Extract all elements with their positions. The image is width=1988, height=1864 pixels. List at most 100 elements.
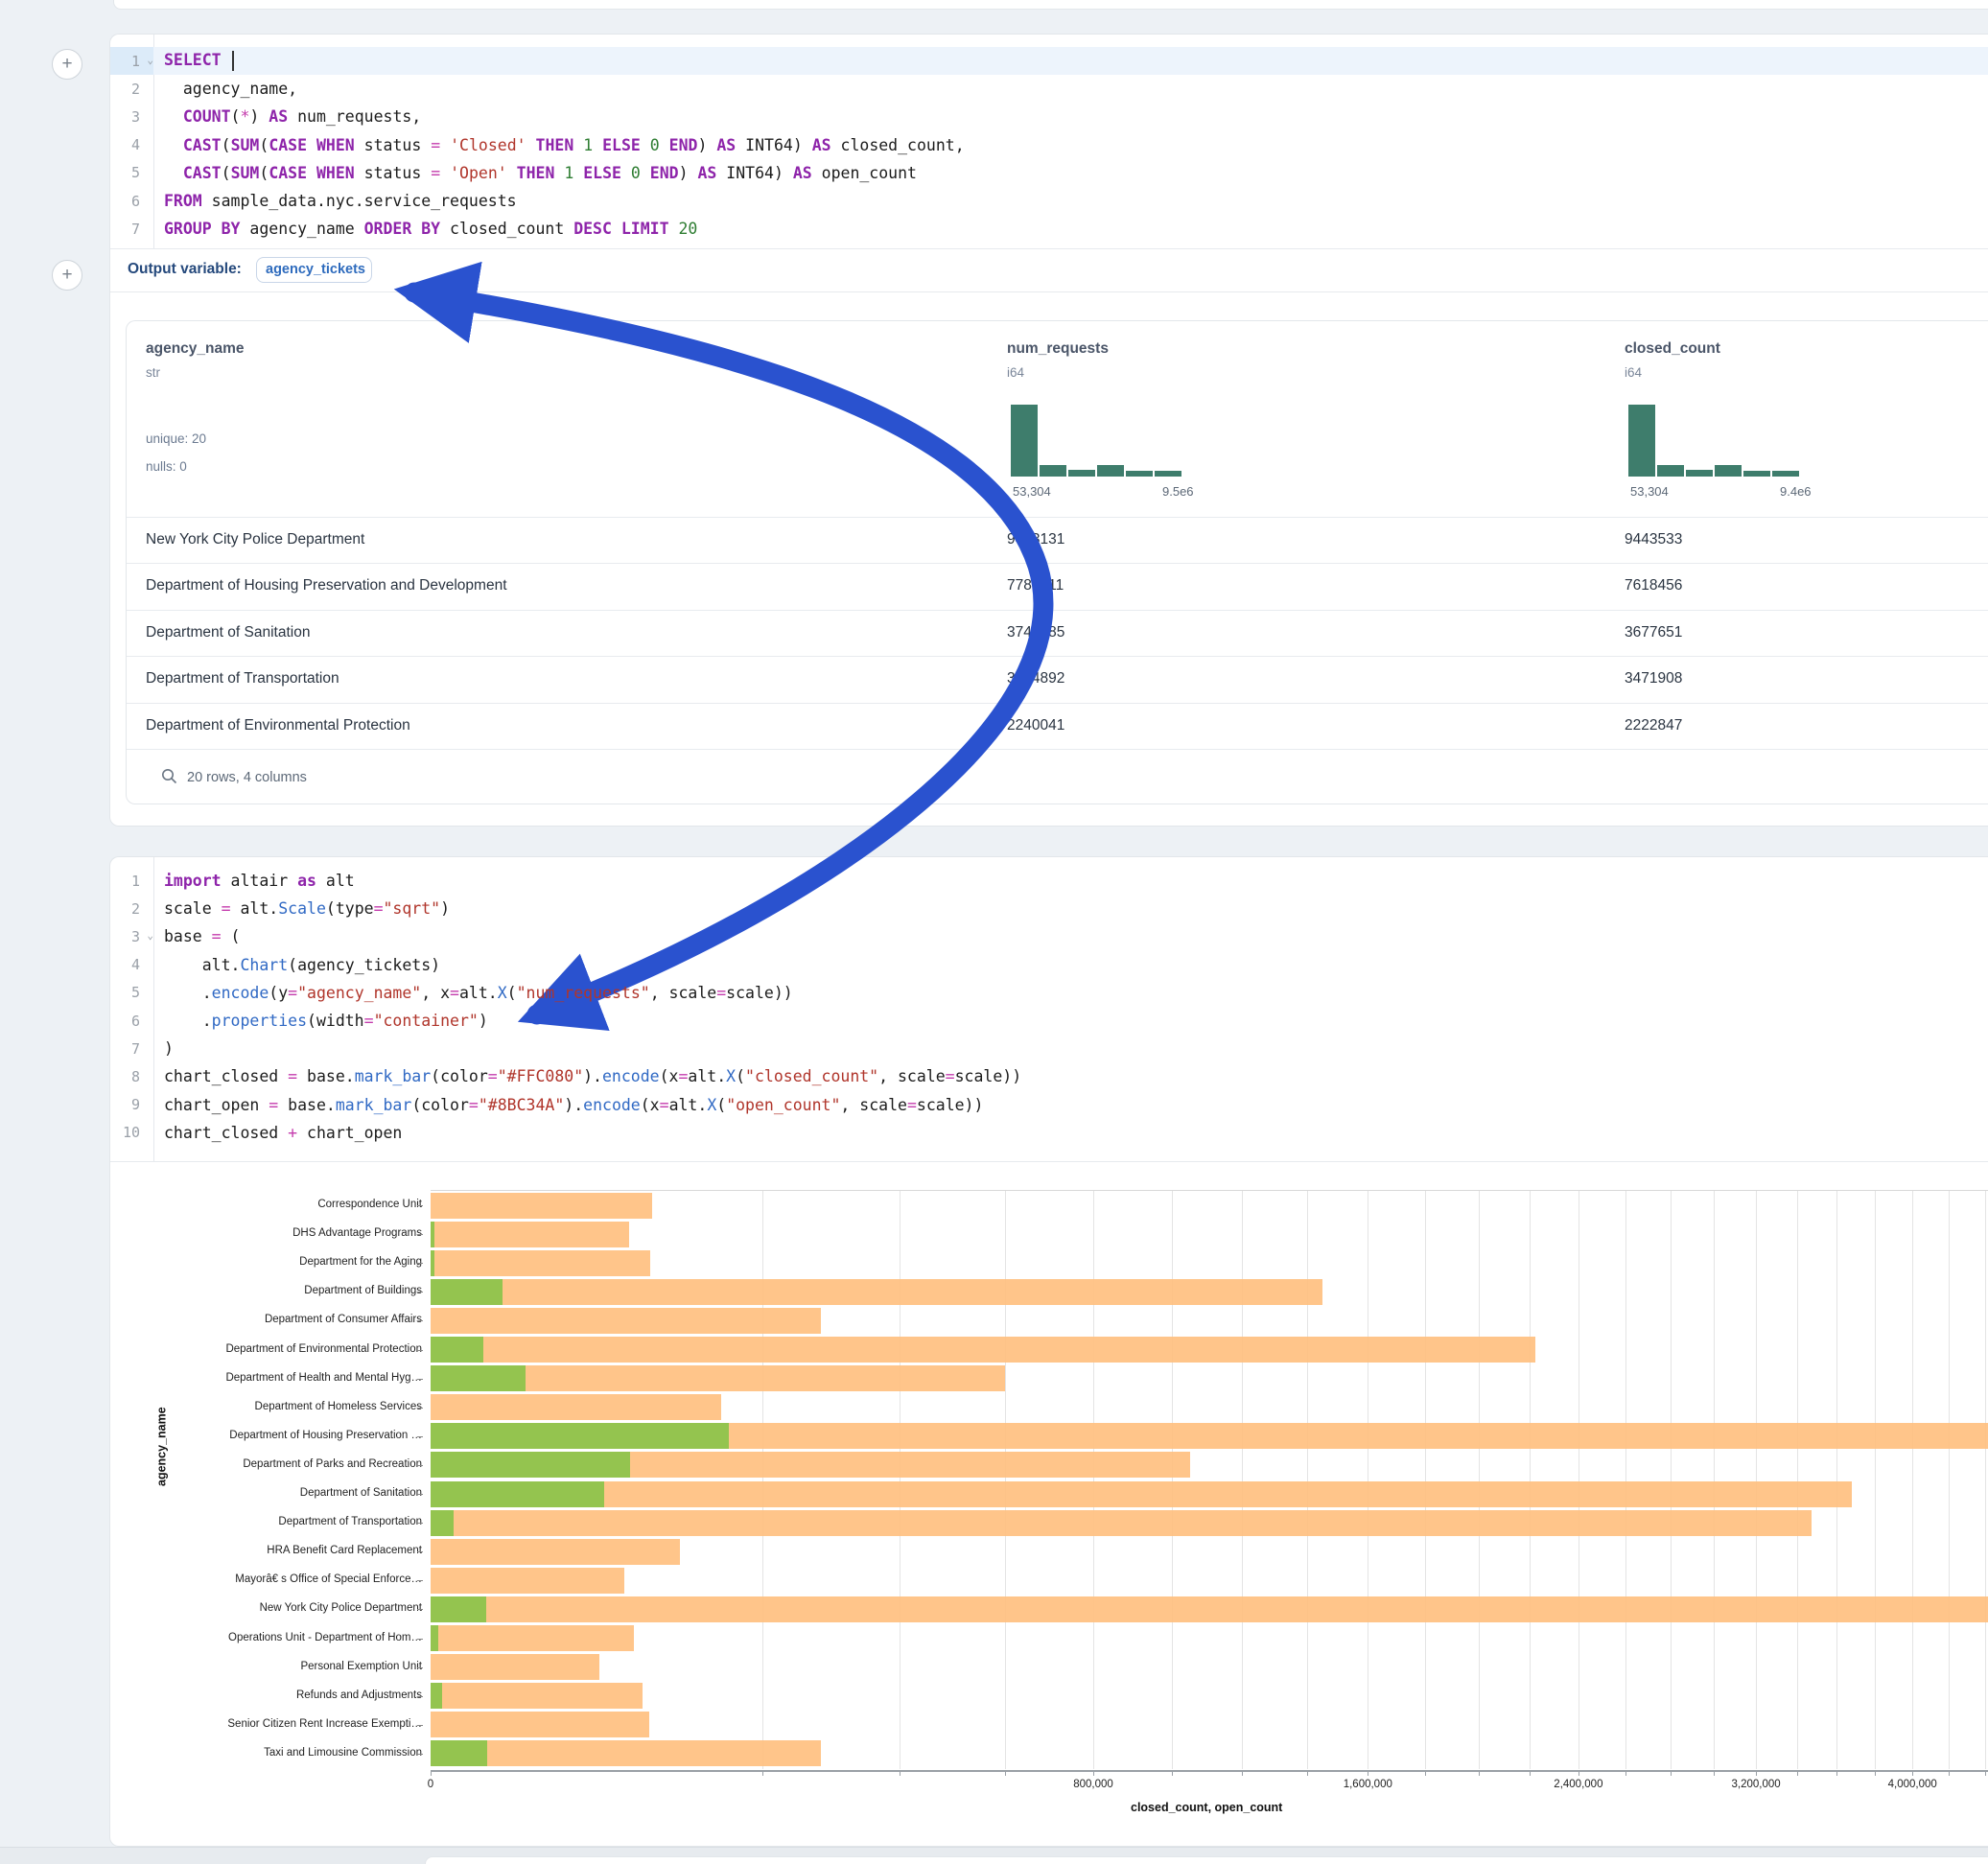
chart-bar-open bbox=[431, 1596, 486, 1622]
chart-x-axis-tick-label: 1,600,000 bbox=[1344, 1779, 1392, 1790]
python-line[interactable]: 2scale = alt.Scale(type="sqrt") bbox=[110, 895, 1988, 922]
add-cell-button-output[interactable]: + bbox=[52, 260, 82, 291]
sql-line[interactable]: 5 CAST(SUM(CASE WHEN status = 'Open' THE… bbox=[110, 159, 1988, 187]
chart-y-tick bbox=[417, 1494, 423, 1495]
python-code-text: base = ( bbox=[153, 927, 240, 945]
python-line[interactable]: 1import altair as alt bbox=[110, 867, 1988, 895]
histogram-bar bbox=[1097, 465, 1124, 477]
chart-y-axis-label: HRA Benefit Card Replacement bbox=[110, 1545, 422, 1556]
table-cell: 9443533 bbox=[1625, 531, 1682, 548]
sql-line[interactable]: 2 agency_name, bbox=[110, 75, 1988, 103]
chart-x-tick bbox=[1625, 1771, 1626, 1776]
python-line[interactable]: 5 .encode(y="agency_name", x=alt.X("num_… bbox=[110, 979, 1988, 1007]
sql-code-text: GROUP BY agency_name ORDER BY closed_cou… bbox=[153, 220, 697, 238]
chart-y-tick bbox=[417, 1205, 423, 1206]
chart-gridline bbox=[1949, 1191, 1950, 1769]
line-number: 10 bbox=[110, 1124, 153, 1141]
table-cell: New York City Police Department bbox=[146, 531, 364, 548]
python-editor[interactable]: 1import altair as alt2scale = alt.Scale(… bbox=[110, 857, 1988, 1171]
line-number: 1⌄ bbox=[110, 53, 153, 70]
chart-y-axis-label: Department of Environmental Protection bbox=[110, 1343, 422, 1355]
chart-bar-open bbox=[431, 1740, 487, 1766]
chart-y-tick bbox=[417, 1580, 423, 1581]
chart-bar-closed bbox=[431, 1250, 650, 1276]
chart-gridline bbox=[1836, 1191, 1837, 1769]
column-header[interactable]: closed_count bbox=[1625, 340, 1720, 358]
column-header[interactable]: agency_name bbox=[146, 340, 245, 358]
output-variable-pill[interactable]: agency_tickets bbox=[256, 257, 372, 283]
table-row: New York City Police Department945313194… bbox=[127, 517, 1988, 564]
chart-bar-open bbox=[431, 1625, 438, 1651]
chart-x-tick bbox=[1479, 1771, 1480, 1776]
table-row: Department of Sanitation37494853677651 bbox=[127, 610, 1988, 657]
dataframe-preview-card: agency_namestrunique: 20nulls: 0num_requ… bbox=[126, 320, 1988, 804]
chart-bar-open bbox=[431, 1481, 604, 1507]
python-line[interactable]: 3⌄base = ( bbox=[110, 922, 1988, 950]
histogram-bar bbox=[1628, 405, 1655, 477]
chart-y-axis-label: Department of Sanitation bbox=[110, 1487, 422, 1499]
sql-code-text: SELECT bbox=[153, 51, 234, 71]
sql-cell-card: 1⌄SELECT 2 agency_name,3 COUNT(*) AS num… bbox=[109, 34, 1988, 827]
sql-line[interactable]: 3 COUNT(*) AS num_requests, bbox=[110, 103, 1988, 130]
line-number: 9 bbox=[110, 1096, 153, 1113]
chart-bar-closed bbox=[431, 1596, 1988, 1622]
sql-line[interactable]: 4 CAST(SUM(CASE WHEN status = 'Closed' T… bbox=[110, 131, 1988, 159]
chart-gridline bbox=[1625, 1191, 1626, 1769]
sql-editor[interactable]: 1⌄SELECT 2 agency_name,3 COUNT(*) AS num… bbox=[110, 35, 1988, 261]
chart-y-tick bbox=[417, 1350, 423, 1351]
histogram-max-label: 9.5e6 bbox=[1162, 484, 1194, 499]
chart-gridline bbox=[1242, 1191, 1243, 1769]
table-cell: 2222847 bbox=[1625, 717, 1682, 734]
python-line[interactable]: 9chart_open = base.mark_bar(color="#8BC3… bbox=[110, 1091, 1988, 1119]
column-header[interactable]: num_requests bbox=[1007, 340, 1109, 358]
chart-y-axis-label: Correspondence Unit bbox=[110, 1199, 422, 1210]
python-line[interactable]: 10chart_closed + chart_open bbox=[110, 1119, 1988, 1147]
sql-line[interactable]: 7GROUP BY agency_name ORDER BY closed_co… bbox=[110, 215, 1988, 243]
python-code-text: ) bbox=[153, 1039, 174, 1058]
chart-bar-open bbox=[431, 1222, 434, 1247]
table-cell: 3749485 bbox=[1007, 624, 1064, 641]
chart-x-tick bbox=[1714, 1771, 1715, 1776]
sql-line[interactable]: 1⌄SELECT bbox=[110, 47, 1988, 75]
histogram-min-label: 53,304 bbox=[1013, 484, 1051, 499]
line-number: 3 bbox=[110, 108, 153, 126]
line-number: 7 bbox=[110, 1040, 153, 1058]
sql-code-text: agency_name, bbox=[153, 80, 297, 98]
fold-chevron-icon[interactable]: ⌄ bbox=[147, 54, 153, 66]
next-cell-edge bbox=[425, 1856, 1988, 1864]
chart-bar-closed bbox=[431, 1510, 1812, 1536]
histogram-bar bbox=[1040, 465, 1066, 477]
python-line[interactable]: 6 .properties(width="container") bbox=[110, 1007, 1988, 1035]
add-cell-button-top[interactable]: + bbox=[52, 49, 82, 80]
table-row: Department of Transportation377489234719… bbox=[127, 656, 1988, 703]
chart-gridline bbox=[1425, 1191, 1426, 1769]
chart-x-tick bbox=[1242, 1771, 1243, 1776]
chart-y-axis-label: Department of Buildings bbox=[110, 1285, 422, 1296]
python-line[interactable]: 4 alt.Chart(agency_tickets) bbox=[110, 951, 1988, 979]
previous-cell-edge bbox=[113, 0, 1988, 10]
chart-bar-open bbox=[431, 1365, 526, 1391]
chart-bar-open bbox=[431, 1423, 729, 1449]
column-stat: nulls: 0 bbox=[146, 459, 187, 474]
chart-gridline bbox=[1005, 1191, 1006, 1769]
column-type: i64 bbox=[1007, 365, 1024, 380]
fold-chevron-icon[interactable]: ⌄ bbox=[147, 929, 153, 942]
chart-y-axis-title: agency_name bbox=[154, 1407, 168, 1486]
chart-y-axis-label: Operations Unit - Department of Hom… bbox=[110, 1632, 422, 1643]
search-icon[interactable] bbox=[161, 768, 177, 784]
python-code-text: scale = alt.Scale(type="sqrt") bbox=[153, 899, 450, 918]
sql-line[interactable]: 6FROM sample_data.nyc.service_requests bbox=[110, 187, 1988, 215]
histogram-bar bbox=[1155, 471, 1181, 477]
chart-gridline bbox=[1530, 1191, 1531, 1769]
chart-x-tick bbox=[1093, 1771, 1094, 1776]
chart-bar-open bbox=[431, 1250, 434, 1276]
table-cell: 3774892 bbox=[1007, 670, 1064, 687]
column-type: i64 bbox=[1625, 365, 1642, 380]
chart-bar-closed bbox=[431, 1337, 1535, 1363]
python-line[interactable]: 8chart_closed = base.mark_bar(color="#FF… bbox=[110, 1062, 1988, 1090]
python-line[interactable]: 7) bbox=[110, 1035, 1988, 1062]
chart-y-axis-label: Department of Health and Mental Hyg… bbox=[110, 1372, 422, 1384]
chart-x-tick bbox=[1912, 1771, 1913, 1776]
table-cell: 3471908 bbox=[1625, 670, 1682, 687]
python-code-text: .encode(y="agency_name", x=alt.X("num_re… bbox=[153, 984, 793, 1002]
